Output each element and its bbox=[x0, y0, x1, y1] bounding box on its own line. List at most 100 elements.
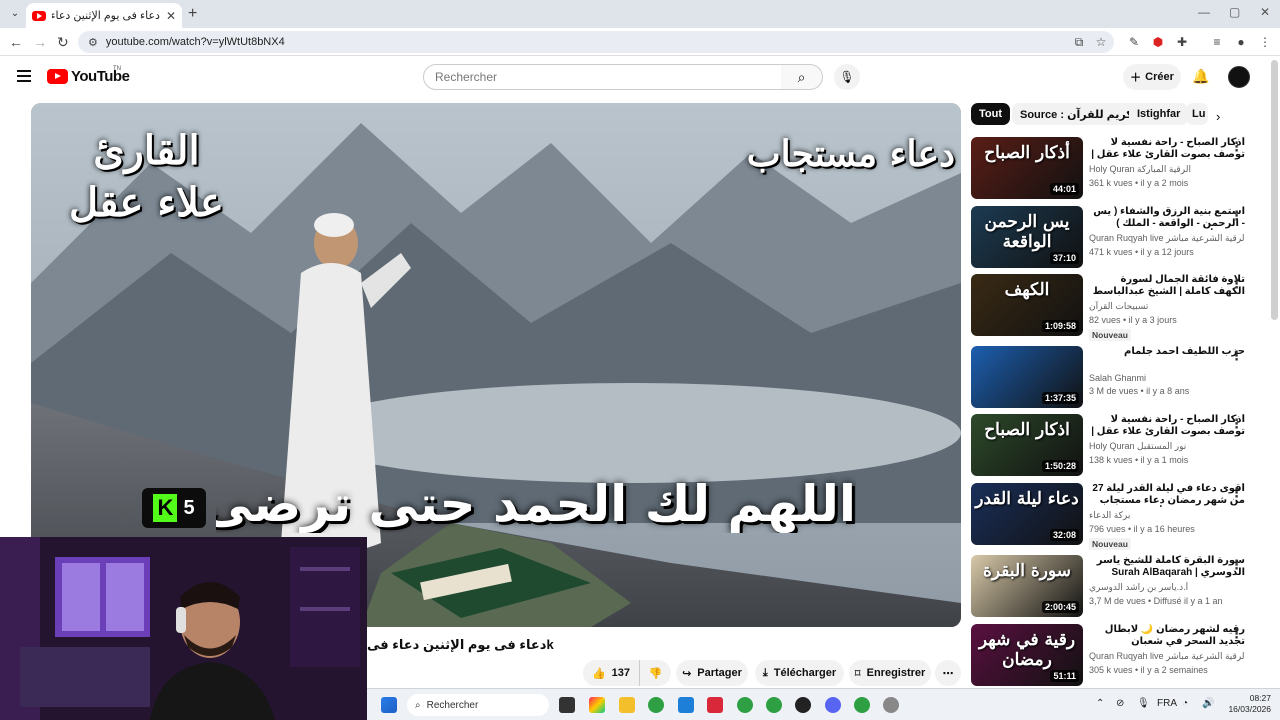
more-actions-button[interactable]: ⋯ bbox=[935, 660, 961, 686]
file-explorer-icon[interactable] bbox=[619, 697, 635, 713]
account-avatar[interactable] bbox=[1228, 66, 1250, 88]
like-button[interactable]: 👍 137 bbox=[583, 660, 639, 686]
related-video-title[interactable]: حزب اللطيف احمد جلمام bbox=[1089, 346, 1245, 370]
tray-network-off-icon[interactable]: ⊘ bbox=[1116, 698, 1124, 709]
chrome-icon[interactable] bbox=[648, 697, 664, 713]
related-video-item[interactable]: 1:37:35 حزب اللطيف احمد جلمام Salah Ghanmi… bbox=[971, 346, 1266, 410]
related-video-item[interactable]: سورة البقرة 2:00:45 سورة البقرة كاملة للشي… bbox=[971, 555, 1266, 619]
related-video-thumbnail[interactable]: سورة البقرة 2:00:45 bbox=[971, 555, 1083, 617]
extensions-puzzle-icon[interactable]: ✚ bbox=[1175, 35, 1189, 49]
reload-icon[interactable]: ↻ bbox=[57, 34, 69, 51]
download-button[interactable]: ⤓ Télécharger bbox=[755, 660, 844, 686]
close-window-button[interactable]: ✕ bbox=[1260, 5, 1270, 19]
related-video-thumbnail[interactable]: يس الرحمن الواقعة 37:10 bbox=[971, 206, 1083, 268]
related-video-item[interactable]: دعاء ليلة القدر 32:08 أقوى دعاء في ليلة ال… bbox=[971, 483, 1266, 550]
address-bar[interactable]: ⚙ youtube.com/watch?v=ylWtUt8bNX4 bbox=[78, 31, 1114, 53]
chip-istighfar[interactable]: Istighfar bbox=[1129, 103, 1189, 125]
tray-volume-icon[interactable]: 🔊 bbox=[1202, 698, 1214, 709]
discord-icon[interactable] bbox=[825, 697, 841, 713]
share-button[interactable]: ↪ Partager bbox=[676, 660, 748, 686]
voice-search-button[interactable]: 🎙 bbox=[834, 64, 860, 90]
search-input[interactable]: Rechercher bbox=[423, 64, 782, 90]
related-video-channel[interactable]: Holy Quran الرقية المباركة bbox=[1089, 164, 1245, 175]
keyboard-language[interactable]: FRA bbox=[1157, 698, 1177, 709]
related-video-item[interactable]: أذكار الصباح 44:01 أذكار الصباح - راحة نفس… bbox=[971, 137, 1266, 201]
tray-mic-icon[interactable]: 🎙 bbox=[1137, 698, 1150, 709]
menu-hamburger-icon[interactable] bbox=[17, 70, 31, 85]
related-video-thumbnail[interactable]: دعاء ليلة القدر 32:08 bbox=[971, 483, 1083, 545]
tray-wifi-icon[interactable]: ◔ bbox=[1182, 698, 1188, 709]
youtube-logo[interactable]: YouTube TN bbox=[47, 66, 130, 85]
browser-menu-icon[interactable]: ⋮ bbox=[1258, 35, 1272, 49]
more-vertical-icon[interactable]: ⋮ bbox=[1230, 348, 1243, 364]
forward-arrow-icon[interactable]: → bbox=[33, 34, 47, 50]
related-video-thumbnail[interactable]: الكهف 1:09:58 bbox=[971, 274, 1083, 336]
search-button[interactable]: ⌕ bbox=[781, 64, 823, 90]
browser-tab[interactable]: دعاء فى يوم الإثنين دعاء فى يوم ' ✕ bbox=[26, 3, 182, 28]
tab-close-icon[interactable]: ✕ bbox=[166, 9, 176, 23]
wps-office-icon[interactable] bbox=[707, 697, 723, 713]
related-video-thumbnail[interactable]: أذكار الصباح 44:01 bbox=[971, 137, 1083, 199]
more-vertical-icon[interactable]: ⋮ bbox=[1230, 626, 1243, 642]
related-video-title[interactable]: رقيه لشهر رمضان 🌙 لابطال تجديد السحر في … bbox=[1089, 624, 1245, 648]
related-video-channel[interactable]: Quran Ruqyah live الرقية الشرعية مباشر bbox=[1089, 233, 1245, 244]
maximize-button[interactable]: ▢ bbox=[1229, 5, 1240, 19]
chips-next-chevron-icon[interactable]: › bbox=[1216, 109, 1220, 124]
taskbar-search[interactable]: ⌕ Rechercher bbox=[407, 694, 549, 716]
more-vertical-icon[interactable]: ⋮ bbox=[1230, 276, 1243, 292]
related-video-title[interactable]: سورة البقرة كاملة للشيخ ياسر الدوسري | S… bbox=[1089, 555, 1245, 579]
related-video-channel[interactable]: أ.د.ياسر بن راشد الدوسري bbox=[1089, 582, 1245, 593]
more-vertical-icon[interactable]: ⋮ bbox=[1230, 557, 1243, 573]
extension-icon[interactable]: ✎ bbox=[1127, 35, 1141, 49]
related-video-thumbnail[interactable]: اذكار الصباح 1:50:28 bbox=[971, 414, 1083, 476]
related-video-title[interactable]: تلاوة فائقة الجمال لسورة الكهف كاملة | ا… bbox=[1089, 274, 1245, 298]
obs-icon[interactable] bbox=[795, 697, 811, 713]
related-video-title[interactable]: أذكار الصباح - راحة نفسية لا توصف بصوت ا… bbox=[1089, 414, 1245, 438]
chip-all[interactable]: Tout bbox=[971, 103, 1011, 125]
chrome-profile-2-icon[interactable] bbox=[737, 697, 753, 713]
chip-truncated[interactable]: Lu bbox=[1186, 103, 1208, 125]
chrome-profile-3-icon[interactable] bbox=[766, 697, 782, 713]
more-vertical-icon[interactable]: ⋮ bbox=[1230, 208, 1243, 224]
related-video-title[interactable]: أذكار الصباح - راحة نفسية لا توصف بصوت ا… bbox=[1089, 137, 1245, 161]
related-video-thumbnail[interactable]: 1:37:35 bbox=[971, 346, 1083, 408]
page-scrollbar[interactable] bbox=[1271, 60, 1278, 320]
related-video-channel[interactable]: بركة الدعاء bbox=[1089, 510, 1245, 521]
tray-chevron-icon[interactable]: ⌃ bbox=[1096, 698, 1104, 709]
system-clock[interactable]: 08:27 16/03/2026 bbox=[1226, 693, 1271, 715]
related-video-channel[interactable]: Quran Ruqyah live الرقية الشرعية مباشر bbox=[1089, 651, 1245, 662]
related-video-item[interactable]: اذكار الصباح 1:50:28 أذكار الصباح - راحة ن… bbox=[971, 414, 1266, 478]
copilot-icon[interactable] bbox=[589, 697, 605, 713]
bookmark-star-icon[interactable]: ☆ bbox=[1094, 35, 1108, 49]
new-tab-button[interactable]: + bbox=[188, 5, 197, 23]
related-video-title[interactable]: أقوى دعاء في ليلة القدر ليلة 27 من شهر ر… bbox=[1089, 483, 1245, 507]
back-arrow-icon[interactable]: ← bbox=[9, 34, 23, 50]
store-icon[interactable] bbox=[678, 697, 694, 713]
windows-start-icon[interactable] bbox=[381, 697, 397, 713]
save-button[interactable]: ⌑ Enregistrer bbox=[849, 660, 931, 686]
related-video-item[interactable]: رقية في شهر رمضان 51:11 رقيه لشهر رمضان 🌙 … bbox=[971, 624, 1266, 688]
task-view-icon[interactable] bbox=[559, 697, 575, 713]
related-video-thumbnail[interactable]: رقية في شهر رمضان 51:11 bbox=[971, 624, 1083, 686]
notifications-bell-icon[interactable]: 🔔 bbox=[1192, 68, 1209, 85]
create-button[interactable]: ＋ Créer bbox=[1123, 64, 1181, 90]
more-vertical-icon[interactable]: ⋮ bbox=[1230, 139, 1243, 155]
reading-list-icon[interactable]: ≡ bbox=[1210, 35, 1224, 49]
settings-gear-icon[interactable] bbox=[883, 697, 899, 713]
install-app-icon[interactable]: ⧉ bbox=[1072, 35, 1086, 49]
related-video-item[interactable]: الكهف 1:09:58 تلاوة فائقة الجمال لسورة الك… bbox=[971, 274, 1266, 341]
related-video-channel[interactable]: تسبيحات القرآن bbox=[1089, 301, 1245, 312]
dislike-button[interactable]: 👎 bbox=[639, 660, 671, 686]
profile-icon[interactable]: ● bbox=[1234, 35, 1248, 49]
chrome-profile-4-icon[interactable] bbox=[854, 697, 870, 713]
related-video-channel[interactable]: Salah Ghanmi bbox=[1089, 373, 1245, 383]
tab-search-chevron-icon[interactable]: ⌄ bbox=[6, 5, 24, 23]
more-vertical-icon[interactable]: ⋮ bbox=[1230, 485, 1243, 501]
related-video-title[interactable]: استمع بنية الرزق والشفاء ( يس - الرحمن -… bbox=[1089, 206, 1245, 230]
adblock-icon[interactable]: ⬢ bbox=[1151, 35, 1165, 49]
related-video-item[interactable]: يس الرحمن الواقعة 37:10 استمع بنية الرزق و… bbox=[971, 206, 1266, 270]
related-video-channel[interactable]: Holy Quran نور المستقبل bbox=[1089, 441, 1245, 452]
minimize-button[interactable]: — bbox=[1198, 5, 1210, 19]
more-vertical-icon[interactable]: ⋮ bbox=[1230, 416, 1243, 432]
site-settings-icon[interactable]: ⚙ bbox=[88, 36, 98, 49]
